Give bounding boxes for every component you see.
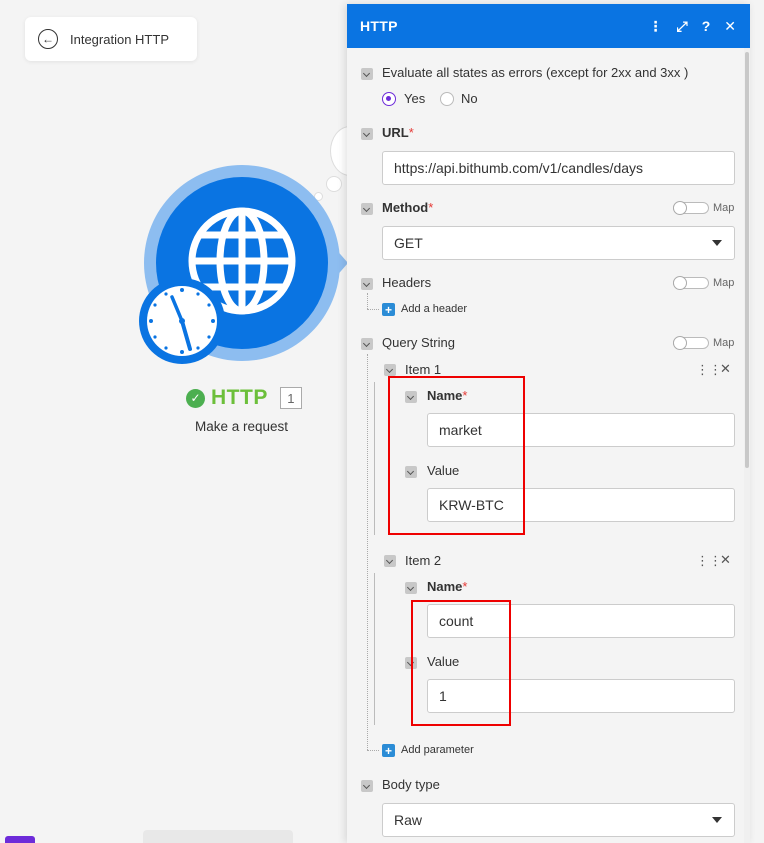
back-label: Integration HTTP <box>70 31 169 47</box>
drag-handle-icon[interactable]: ⋮⋮ <box>696 553 722 569</box>
plus-icon[interactable]: + <box>382 303 395 316</box>
method-select[interactable]: GET <box>382 226 735 260</box>
tree-line <box>367 354 368 750</box>
radio-yes[interactable] <box>382 92 396 106</box>
scrollbar[interactable] <box>744 48 750 843</box>
check-icon: ✓ <box>186 388 205 408</box>
toggle-track <box>673 336 709 350</box>
tree-line <box>367 309 379 310</box>
module-connector <box>334 247 348 279</box>
method-map-toggle[interactable]: Map <box>673 201 735 215</box>
collapse-caret-icon[interactable] <box>384 364 396 376</box>
chevron-down-icon <box>712 817 722 823</box>
tree-line <box>367 750 379 751</box>
chevron-down-icon <box>712 240 722 246</box>
radio-no[interactable] <box>440 92 454 106</box>
item-title: Item 2 <box>405 553 442 568</box>
collapse-caret-icon[interactable] <box>361 278 373 290</box>
url-label: URL* <box>382 125 414 140</box>
scrollbar-thumb[interactable] <box>745 52 749 468</box>
item2-name-label: Name* <box>427 579 468 594</box>
tree-line <box>367 293 368 309</box>
body-type-value: Raw <box>394 812 423 828</box>
collapse-caret-icon[interactable] <box>405 582 417 594</box>
radio-no-label: No <box>461 91 478 106</box>
toggle-track <box>673 201 709 215</box>
module-name: HTTP <box>211 386 268 409</box>
collapse-caret-icon[interactable] <box>361 128 373 140</box>
remove-item-icon[interactable]: ✕ <box>720 552 731 568</box>
highlight-box <box>411 600 511 726</box>
add-header-button[interactable]: Add a header <box>401 303 467 315</box>
headers-map-toggle[interactable]: Map <box>673 276 735 290</box>
expand-icon[interactable]: ⤢ <box>677 19 688 33</box>
item-title: Item 1 <box>405 362 442 377</box>
http-module[interactable] <box>138 165 348 375</box>
module-action: Make a request <box>195 419 289 434</box>
collapse-caret-icon[interactable] <box>361 68 373 80</box>
toggle-knob <box>673 201 687 215</box>
item-guide <box>374 573 375 725</box>
drag-handle-icon[interactable]: ⋮⋮ <box>696 362 722 378</box>
body-type-select[interactable]: Raw <box>382 803 735 837</box>
toolbar-edge[interactable] <box>5 836 35 843</box>
toggle-label: Map <box>713 277 735 289</box>
toggle-label: Map <box>713 202 735 214</box>
toggle-track <box>673 276 709 290</box>
http-settings-panel: HTTP ⋮ ⤢ ? ✕ Evaluate all states as erro… <box>347 4 750 843</box>
collapse-caret-icon[interactable] <box>361 338 373 350</box>
highlight-box <box>388 376 525 535</box>
query-map-toggle[interactable]: Map <box>673 336 735 350</box>
headers-label: Headers <box>382 275 432 290</box>
toggle-knob <box>673 276 687 290</box>
help-icon[interactable]: ? <box>702 19 711 33</box>
toggle-label: Map <box>713 337 735 349</box>
collapse-caret-icon[interactable] <box>361 203 373 215</box>
module-id-badge: 1 <box>279 387 302 409</box>
method-value: GET <box>394 235 423 251</box>
plus-icon[interactable]: + <box>382 744 395 757</box>
back-button[interactable]: ← Integration HTTP <box>25 17 197 61</box>
close-icon[interactable]: ✕ <box>724 19 736 33</box>
module-title: ✓ HTTP 1 <box>186 386 302 410</box>
query-string-label: Query String <box>382 335 455 350</box>
method-label: Method* <box>382 200 434 215</box>
panel-header: HTTP ⋮ ⤢ ? ✕ <box>347 4 750 48</box>
panel-title: HTTP <box>360 18 398 34</box>
toolbar-segment[interactable] <box>143 830 293 843</box>
add-parameter-button[interactable]: Add parameter <box>401 744 474 756</box>
radio-yes-label: Yes <box>404 91 426 106</box>
evaluate-label: Evaluate all states as errors (except fo… <box>382 65 689 80</box>
more-vert-icon[interactable]: ⋮ <box>649 19 663 33</box>
arrow-left-icon: ← <box>38 29 58 49</box>
remove-item-icon[interactable]: ✕ <box>720 361 731 377</box>
item-guide <box>374 382 375 535</box>
collapse-caret-icon[interactable] <box>361 780 373 792</box>
collapse-caret-icon[interactable] <box>384 555 396 567</box>
body-type-label: Body type <box>382 777 440 792</box>
toggle-knob <box>673 336 687 350</box>
url-input[interactable]: https://api.bithumb.com/v1/candles/days <box>382 151 735 185</box>
schedule-clock-icon[interactable] <box>138 277 226 365</box>
